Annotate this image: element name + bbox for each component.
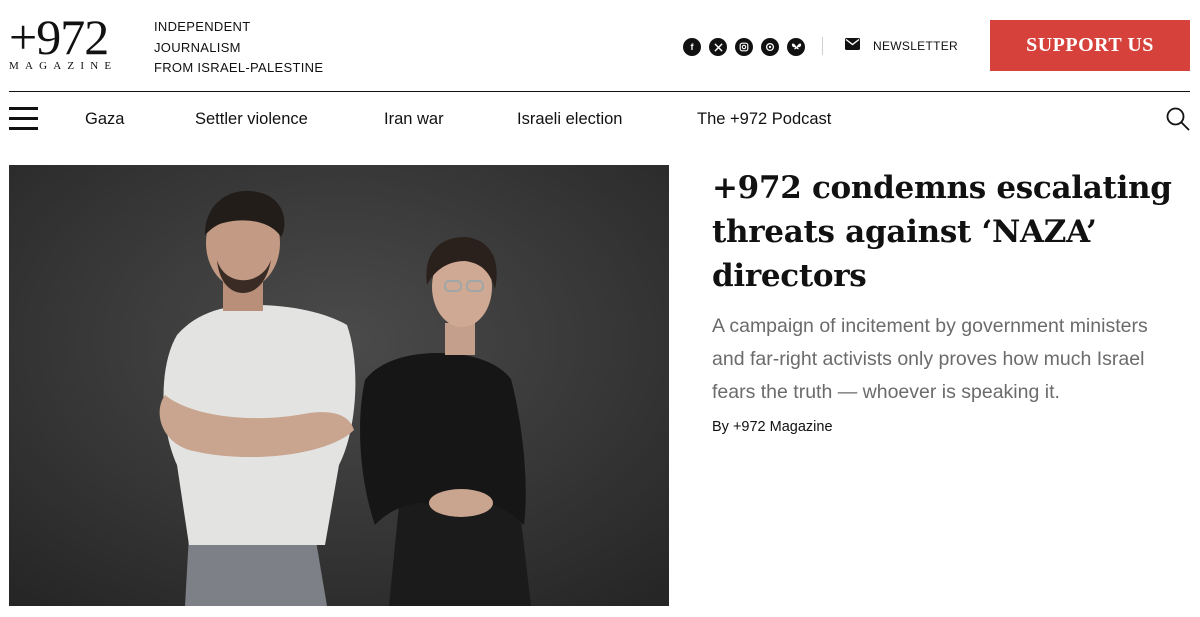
bluesky-icon[interactable] — [787, 38, 805, 56]
instagram-icon[interactable] — [735, 38, 753, 56]
x-icon[interactable] — [709, 38, 727, 56]
article-dek: A campaign of incitement by government m… — [712, 315, 1148, 403]
byline-prefix: By — [712, 419, 733, 435]
hero-photo[interactable] — [9, 165, 669, 606]
newsletter-label: NEWSLETTER — [873, 38, 959, 53]
nav-item-gaza[interactable]: Gaza — [85, 110, 124, 129]
article-byline: By +972 Magazine — [712, 419, 1182, 435]
tagline-line: JOURNALISM — [154, 39, 241, 55]
main-nav: Gaza Settler violence Iran war Israeli e… — [0, 92, 1200, 148]
hero-article: +972 condemns escalating threats against… — [712, 166, 1182, 435]
menu-icon[interactable] — [9, 107, 38, 130]
nav-item-iran-war[interactable]: Iran war — [384, 110, 444, 129]
byline-author-link[interactable]: +972 Magazine — [733, 419, 833, 435]
social-links: f — [683, 38, 805, 56]
logo-wordmark: +972 — [9, 9, 109, 65]
newsletter-link[interactable]: NEWSLETTER — [845, 38, 958, 53]
logo-subtitle: MAGAZINE — [9, 60, 118, 72]
tagline-line: INDEPENDENT — [154, 19, 251, 34]
site-logo[interactable]: +972 MAGAZINE — [9, 12, 134, 74]
facebook-icon[interactable]: f — [683, 38, 701, 56]
support-us-button[interactable]: SUPPORT US — [990, 20, 1190, 71]
divider — [822, 37, 823, 55]
envelope-icon — [845, 38, 860, 53]
nav-item-israeli-election[interactable]: Israeli election — [517, 110, 622, 129]
search-icon[interactable] — [1165, 106, 1191, 132]
site-header: +972 MAGAZINE INDEPENDENT JOURNALISM FRO… — [0, 0, 1200, 92]
tagline-line: FROM ISRAEL-PALESTINE — [154, 60, 324, 75]
nav-item-settler-violence[interactable]: Settler violence — [195, 110, 308, 129]
threads-icon[interactable] — [761, 38, 779, 56]
site-tagline: INDEPENDENT JOURNALISM FROM ISRAEL-PALES… — [154, 17, 323, 79]
nav-item-podcast[interactable]: The +972 Podcast — [697, 110, 831, 129]
article-headline[interactable]: +972 condemns escalating threats against… — [712, 166, 1182, 298]
